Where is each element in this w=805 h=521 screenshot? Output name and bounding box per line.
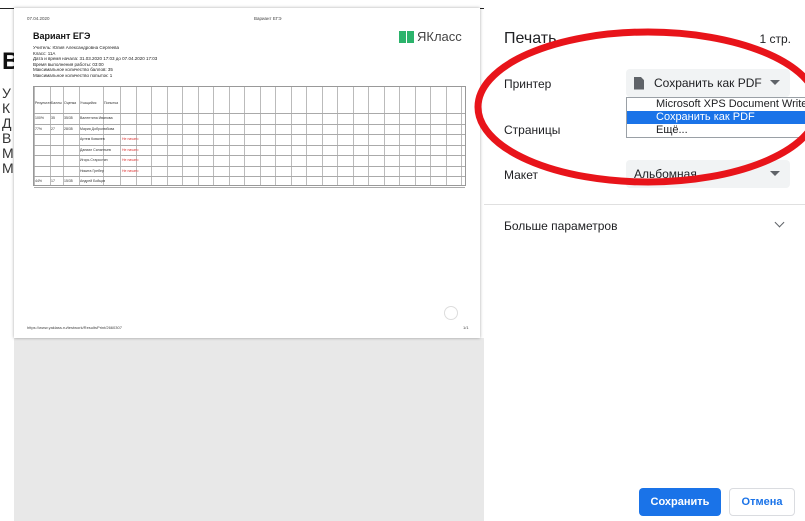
table-grid-line [213,87,214,185]
table-grid-line [275,87,276,185]
caret-down-icon [770,80,780,85]
table-grid-line [352,87,353,185]
printer-option-pdf[interactable]: Сохранить как PDF [627,111,805,124]
yaklass-logo: ЯКласс [399,29,462,44]
table-grid-line [197,87,198,185]
background-letter: В [2,130,12,146]
panel-title: Печать [504,30,557,47]
table-cell: Валентина Иванова [80,116,113,120]
table-grid-line [34,134,465,135]
preview-page-number: 1/1 [463,325,469,330]
info-line: Максимальное количество попыток: 1 [33,72,113,78]
preview-date: 07.04.2020 [27,16,50,21]
table-grid-line [244,87,245,185]
table-cell: Игорь Старостин [80,158,108,162]
table-grid-line [34,165,465,166]
preview-info: Учитель: Юлия Александровна Сергеева Кла… [33,45,157,78]
table-cell: Даниил Силантьев [80,147,111,152]
table-grid-line [120,87,121,185]
table-grid-line [383,87,384,185]
background-letter: Д [2,115,12,131]
background-letter: М [2,145,14,161]
more-settings-toggle[interactable]: Больше параметров [504,219,617,233]
table-header-cell: Учащийся [80,101,97,105]
book-icon [399,30,415,43]
pages-label: Страницы [504,123,561,137]
table-grid-line [151,87,152,185]
table-grid-line [368,87,369,185]
background-letter: К [2,100,11,116]
table-cell: 100% [35,116,44,120]
table-grid-line [166,87,167,185]
preview-area-background [14,338,484,521]
preview-url: https://www.yaklass.ru/testwork/ResultsP… [27,325,122,330]
table-grid-line [414,87,415,185]
preview-title: Вариант ЕГЭ [33,31,91,41]
table-grid-line [445,87,446,185]
table-grid-line [337,87,338,185]
printer-dropdown: Microsoft XPS Document Writer Сохранить … [626,97,805,138]
chevron-down-icon[interactable] [774,217,785,228]
background-letter: М [2,160,14,176]
logo-text: ЯКласс [417,29,462,44]
table-grid-line [34,144,465,145]
table-header-cell: Попытка [104,101,119,105]
document-icon [634,76,644,90]
printer-option-more[interactable]: Ещё... [627,124,805,137]
background-letter: У [2,85,11,101]
printer-select[interactable]: Сохранить как PDF [626,69,790,97]
table-grid-line [34,123,465,124]
table-cell: 77% [35,126,43,131]
table-cell: 27 [51,126,55,131]
table-cell: 35/35 [64,116,73,120]
table-note: Не начато [122,158,139,162]
table-cell: 28/35 [64,126,73,131]
table-grid-line [290,87,291,185]
table-grid-line [259,87,260,185]
table-grid-line [321,87,322,185]
table-grid-line [306,87,307,185]
table-header-cell: Баллы [51,101,62,105]
table-cell: 35 [51,116,55,120]
table-cell: 15/35 [64,179,73,183]
table-header-cell: Результат [35,101,51,105]
table-grid-line [182,87,183,185]
table-grid-line [34,155,465,156]
save-button[interactable]: Сохранить [639,488,721,516]
print-settings-panel: Печать 1 стр. Принтер Сохранить как PDF … [484,0,805,521]
table-cell: Андрей Бойцов [80,179,106,183]
table-cell: Мария Добролюбова [80,126,115,131]
printer-label: Принтер [504,77,552,91]
info-line: Дата и время начала: 31.03.2020 17:03 до… [33,56,158,61]
table-note: Не начато [122,137,139,141]
table-note: Не начато [122,168,139,173]
layout-select-value: Альбомная [634,167,697,181]
layout-select[interactable]: Альбомная [626,160,790,188]
background-letters: У К Д В М М [2,86,14,176]
table-grid-line [34,176,465,177]
table-grid-line [399,87,400,185]
table-cell: 44% [35,179,43,183]
print-preview-page: 07.04.2020 Вариант ЕГЭ Вариант ЕГЭ ЯКлас… [14,8,480,338]
preview-header: Вариант ЕГЭ [254,16,282,21]
table-grid-line [461,87,462,185]
table-cell: Артем Ковалев [80,137,105,141]
table-cell: Никита Гребер [80,168,104,173]
printer-option-xps[interactable]: Microsoft XPS Document Writer [627,98,805,111]
results-table: Результат Баллы Оценка Учащийся Попытка 100% 3… [33,86,466,187]
table-grid-line [34,113,465,114]
table-note: Не начато [122,147,139,152]
pages-count: 1 стр. [759,32,791,46]
caret-down-icon [770,171,780,176]
cancel-button[interactable]: Отмена [729,488,795,516]
printer-select-value: Сохранить как PDF [654,76,762,90]
table-header-cell: Оценка [64,101,77,105]
table-grid-line [34,186,465,187]
divider [484,204,805,205]
preview-scroll-button[interactable] [444,306,458,320]
table-grid-line [228,87,229,185]
table-cell: 17 [51,179,55,183]
layout-label: Макет [504,168,538,182]
table-grid-line [430,87,431,185]
